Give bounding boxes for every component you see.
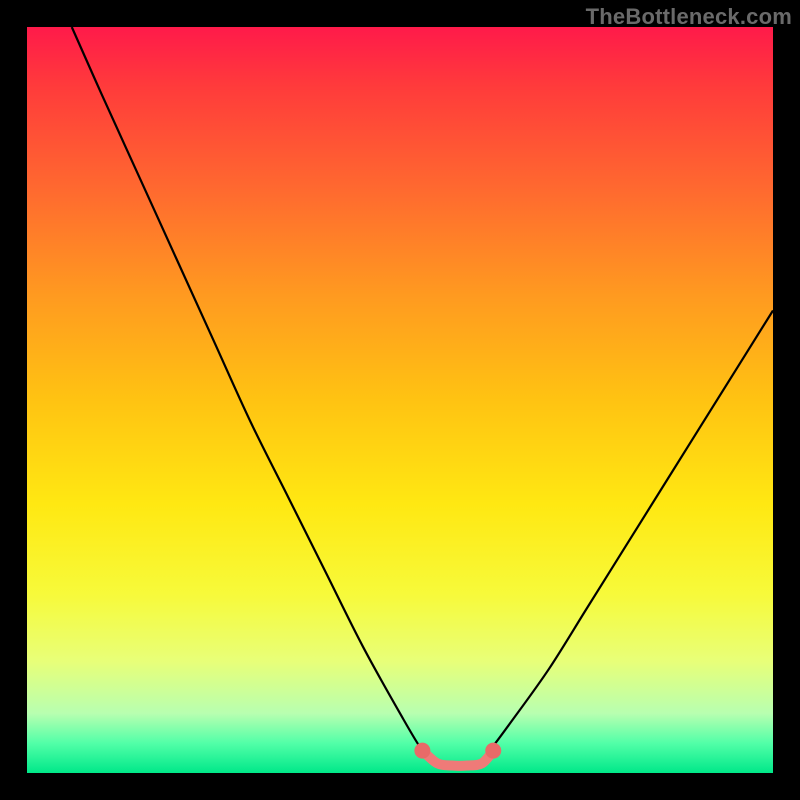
watermark-text: TheBottleneck.com	[586, 4, 792, 30]
chart-frame: TheBottleneck.com	[0, 0, 800, 800]
bottom-valley-segment	[422, 751, 493, 766]
bottleneck-curve	[72, 27, 773, 767]
plot-area	[27, 27, 773, 773]
valley-dot-left	[414, 743, 430, 759]
valley-dot-right	[485, 743, 501, 759]
curve-layer	[27, 27, 773, 773]
